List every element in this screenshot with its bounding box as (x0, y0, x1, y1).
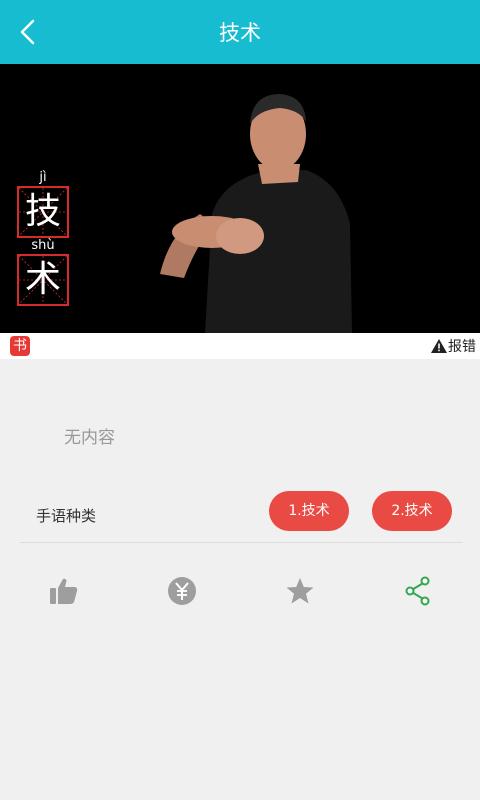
sign-type-option-1[interactable]: 1.技术 (269, 491, 349, 531)
star-icon (286, 578, 314, 604)
share-button[interactable] (398, 571, 438, 611)
pinyin-label: shù (31, 238, 55, 253)
warning-icon (431, 339, 447, 353)
sign-type-label: 手语种类 (36, 507, 97, 525)
empty-content-text: 无内容 (64, 428, 115, 448)
hanzi-box: 术 (17, 254, 69, 306)
like-button[interactable] (44, 571, 84, 611)
sign-video-player[interactable]: jì 技 shù 术 (0, 64, 480, 333)
sign-type-option-2[interactable]: 2.技术 (372, 491, 452, 531)
page-title: 技术 (219, 21, 261, 45)
hanzi-box: 技 (17, 186, 69, 238)
top-bar: 技术 (0, 0, 480, 64)
signer-figure (160, 94, 352, 333)
favorite-button[interactable] (280, 571, 320, 611)
info-strip: 书 报错 (0, 333, 480, 359)
report-error-button[interactable]: 报错 (431, 335, 476, 357)
yuan-coin-icon (168, 577, 196, 605)
share-icon (405, 576, 430, 606)
hanzi-char: 术 (24, 259, 61, 300)
thumbs-up-icon (50, 578, 78, 604)
book-badge-icon[interactable]: 书 (10, 336, 30, 356)
divider (20, 542, 463, 543)
pinyin-label: jì (39, 170, 47, 185)
hanzi-char: 技 (24, 191, 61, 232)
tip-button[interactable] (162, 571, 202, 611)
report-label: 报错 (448, 339, 476, 355)
